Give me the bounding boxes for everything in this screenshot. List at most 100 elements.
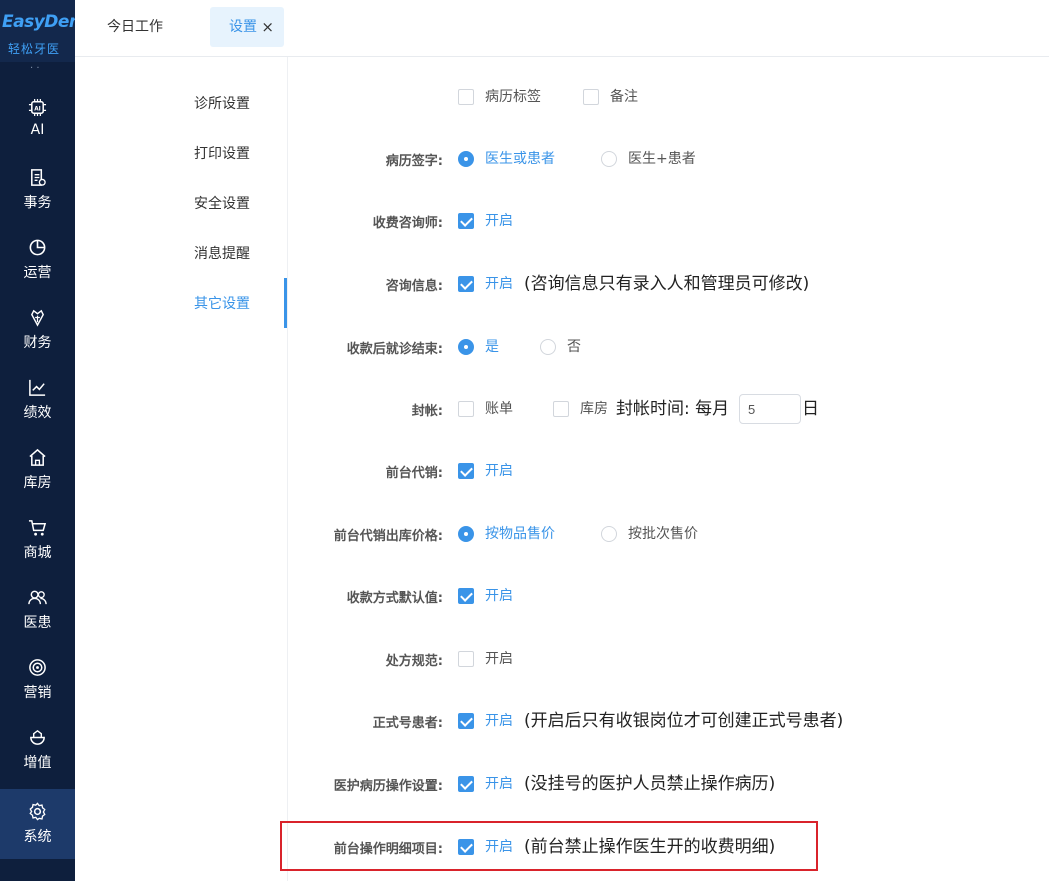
payment-default-label: 收款方式默认值: (346, 591, 443, 606)
closing-day-input[interactable] (739, 394, 801, 424)
closing-day-unit: 日 (802, 399, 819, 419)
nav-item-operations[interactable]: 运营 (0, 225, 75, 295)
form-row-charge-consultant: 收费咨询师: 开启 (289, 209, 1049, 233)
submenu-active-indicator (284, 278, 287, 328)
formal-patient-enable-label: 开启 (485, 713, 513, 729)
line-chart-icon (29, 379, 46, 396)
remark-label: 备注 (610, 89, 638, 105)
logo-subtitle: 轻松牙医 (8, 42, 61, 56)
submenu-other-settings[interactable]: 其它设置 (194, 293, 250, 313)
front-consignment-checkbox[interactable] (458, 463, 474, 479)
visit-end-no-radio[interactable] (540, 339, 556, 355)
form-row-account-closing: 封帐: 账单 库房 封帐时间: 每月 日 (289, 394, 1049, 424)
nav-label: 运营 (23, 265, 52, 281)
charge-consultant-checkbox[interactable] (458, 213, 474, 229)
nav-item-system[interactable]: 系统 (0, 789, 75, 859)
formal-patient-checkbox[interactable] (458, 713, 474, 729)
form-row-prescription-standard: 处方规范: 开启 (289, 647, 1049, 671)
nav-item-value-added[interactable]: 增值 (0, 715, 75, 785)
nav-label: 库房 (23, 475, 52, 491)
close-icon[interactable]: × (261, 7, 274, 47)
app-logo[interactable]: EasyDent 轻松牙医 (0, 0, 89, 62)
nav-item-affairs[interactable]: 事务 (0, 155, 75, 225)
submenu-message-reminders[interactable]: 消息提醒 (194, 243, 250, 263)
nav-label: 事务 (23, 195, 52, 211)
record-tag-checkbox[interactable] (458, 89, 474, 105)
nav-item-performance[interactable]: 绩效 (0, 365, 75, 435)
doctor-or-patient-radio[interactable] (458, 151, 474, 167)
tab-bar: 今日工作 设置 × (75, 0, 1049, 57)
consult-info-checkbox[interactable] (458, 276, 474, 292)
nav-item-marketing[interactable]: 营销 (0, 645, 75, 715)
prescription-standard-label: 处方规范: (385, 654, 443, 669)
nav-item-patients[interactable]: 医患 (0, 575, 75, 645)
submenu-clinic-settings[interactable]: 诊所设置 (194, 93, 250, 113)
gear-icon (29, 802, 46, 821)
form-row-record-options: 病历标签 备注 (289, 85, 1049, 109)
formal-patient-note: (开启后只有收银岗位才可创建正式号患者) (524, 711, 844, 731)
closing-time-label: 封帐时间: 每月 (616, 399, 730, 419)
warehouse-icon (29, 448, 46, 466)
consignment-price-label: 前台代销出库价格: (333, 529, 443, 544)
nav-label: 医患 (23, 615, 52, 631)
nav-label: 系统 (23, 829, 52, 845)
medical-record-operation-checkbox[interactable] (458, 776, 474, 792)
doctor-or-patient-label: 医生或患者 (485, 151, 555, 167)
visit-end-yes-radio[interactable] (458, 339, 474, 355)
consult-info-note: (咨询信息只有录入人和管理员可修改) (524, 274, 810, 294)
payment-default-checkbox[interactable] (458, 588, 474, 604)
doctor-and-patient-label: 医生+患者 (628, 151, 696, 167)
gift-icon (30, 729, 45, 745)
record-tag-label: 病历标签 (485, 89, 541, 105)
form-row-payment-default: 收款方式默认值: 开启 (289, 584, 1049, 608)
cart-icon (28, 520, 47, 536)
price-by-batch-label: 按批次售价 (628, 526, 698, 542)
nav-label: 增值 (23, 755, 52, 771)
nav-label: 财务 (23, 335, 52, 351)
warehouse-closing-checkbox[interactable] (553, 401, 569, 417)
charge-consultant-enable-label: 开启 (485, 213, 513, 229)
front-consignment-enable-label: 开启 (485, 463, 513, 479)
price-by-batch-radio[interactable] (601, 526, 617, 542)
tab-settings[interactable]: 设置 × (210, 7, 284, 47)
form-row-consignment-price: 前台代销出库价格: 按物品售价 按批次售价 (289, 522, 1049, 546)
remark-checkbox[interactable] (583, 89, 599, 105)
nav-label: 营销 (23, 685, 52, 701)
highlight-box (280, 821, 818, 871)
prescription-standard-enable-label: 开启 (485, 651, 513, 667)
people-icon (28, 590, 47, 605)
ai-chip-icon: AI (28, 98, 47, 117)
main-nav: EasyDent 轻松牙医 · · AI AI 事务 运营 财务 绩效 库房 商… (0, 0, 89, 881)
payment-default-enable-label: 开启 (485, 588, 513, 604)
nav-item-mall[interactable]: 商城 (0, 505, 75, 575)
prescription-standard-checkbox[interactable] (458, 651, 474, 667)
nav-label: 绩效 (23, 405, 52, 421)
tab-settings-label: 设置 (229, 19, 257, 35)
finance-icon (30, 309, 45, 327)
bill-closing-checkbox[interactable] (458, 401, 474, 417)
nav-item-ai[interactable]: AI AI (0, 85, 75, 155)
nav-label: 商城 (23, 545, 52, 561)
form-row-formal-patient: 正式号患者: 开启 (开启后只有收银岗位才可创建正式号患者) (289, 709, 1049, 733)
target-icon (29, 659, 46, 676)
form-row-record-signature: 病历签字: 医生或患者 医生+患者 (289, 147, 1049, 171)
consult-info-label: 咨询信息: (385, 279, 443, 294)
formal-patient-label: 正式号患者: (372, 716, 443, 731)
visit-end-no-label: 否 (567, 339, 581, 355)
form-row-front-consignment: 前台代销: 开启 (289, 459, 1049, 483)
price-by-item-radio[interactable] (458, 526, 474, 542)
doctor-and-patient-radio[interactable] (601, 151, 617, 167)
nav-item-warehouse[interactable]: 库房 (0, 435, 75, 505)
form-row-visit-end-after-payment: 收款后就诊结束: 是 否 (289, 335, 1049, 359)
tab-today-work[interactable]: 今日工作 (107, 7, 163, 47)
medical-record-operation-note: (没挂号的医护人员禁止操作病历) (524, 774, 776, 794)
nav-item-finance[interactable]: 财务 (0, 295, 75, 365)
front-consignment-label: 前台代销: (385, 466, 443, 481)
submenu-print-settings[interactable]: 打印设置 (194, 143, 250, 163)
record-signature-label: 病历签字: (385, 154, 443, 169)
bill-closing-label: 账单 (485, 401, 513, 417)
submenu-security-settings[interactable]: 安全设置 (194, 193, 250, 213)
other-settings-form: 病历标签 备注 病历签字: 医生或患者 医生+患者 收费咨询师: 开启 咨询信息… (289, 57, 1049, 881)
svg-text:AI: AI (34, 106, 41, 112)
pie-chart-icon (29, 239, 46, 256)
